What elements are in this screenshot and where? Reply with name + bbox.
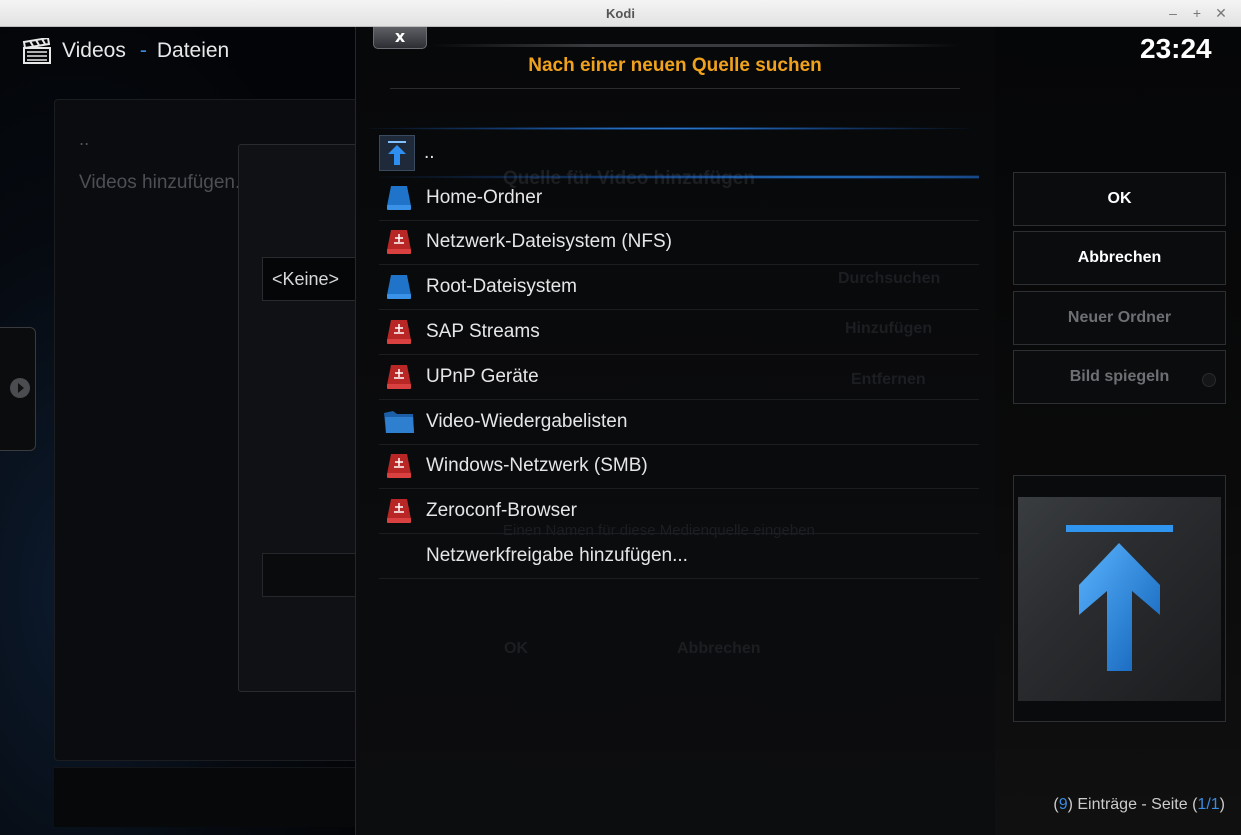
background-bottom-strip [54,767,364,827]
section-title: Videos [62,39,126,62]
no-icon [383,542,415,570]
list-item-sap-streams[interactable]: SAP Streams [379,310,979,355]
minimize-icon[interactable]: – [1164,3,1182,23]
list-item-smb[interactable]: Windows-Netzwerk (SMB) [379,445,979,490]
clock: 23:24 [1140,33,1212,64]
list-item-label: Windows-Netzwerk (SMB) [426,455,648,477]
network-drive-icon [383,363,415,391]
network-drive-icon [383,452,415,480]
dialog-top-bar [430,44,960,47]
list-item-upnp[interactable]: UPnP Geräte [379,355,979,400]
flip-image-button[interactable]: Bild spiegeln [1013,350,1226,404]
header-separator: - [139,39,147,62]
network-drive-icon [383,497,415,525]
blue-drive-icon [383,184,415,212]
ok-button[interactable]: OK [1013,172,1226,226]
ghost-ok-button: OK [504,640,528,657]
subsection-title: Dateien [156,39,230,62]
new-folder-button[interactable]: Neuer Ordner [1013,291,1226,345]
blue-drive-icon [383,273,415,301]
background-parent-item: .. [79,130,90,149]
source-path-field[interactable]: <Keine> [262,257,362,301]
source-list: .. Home-Ordner Netzwerk-Dateisystem (NFS… [369,127,979,579]
side-menu-tab[interactable] [0,327,36,451]
page-header: Videos - Dateien [22,35,229,67]
kodi-app: Videos - Dateien 23:24 .. Videos hinzufü… [0,27,1241,835]
list-item-zeroconf[interactable]: Zeroconf-Browser [379,489,979,535]
dialog-title: Nach einer neuen Quelle suchen [528,55,822,76]
list-item-label: Home-Ordner [426,186,543,208]
side-menu-arrow-icon [10,378,30,398]
list-item-label: Zeroconf-Browser [426,500,577,522]
window-title: Kodi [606,6,635,21]
list-item-root-filesystem[interactable]: Root-Dateisystem [379,265,979,311]
network-drive-icon [383,318,415,346]
list-item-nfs[interactable]: Netzwerk-Dateisystem (NFS) [379,221,979,266]
maximize-icon[interactable]: + [1188,3,1206,23]
list-item-label: Netzwerk-Dateisystem (NFS) [426,231,672,253]
list-item-home-folder[interactable]: Home-Ordner [379,176,979,221]
background-add-source-dialog [238,144,368,692]
dialog-close-button[interactable]: x [373,27,427,49]
list-item-label: Video-Wiedergabelisten [426,410,628,432]
ghost-cancel-button: Abbrechen [677,640,761,657]
flip-image-toggle[interactable] [1202,373,1216,387]
preview-thumbnail [1018,497,1221,701]
dialog-divider [390,88,960,89]
cancel-button[interactable]: Abbrechen [1013,231,1226,285]
window-titlebar: Kodi – + ✕ [0,0,1241,27]
list-item-video-playlists[interactable]: Video-Wiedergabelisten [379,400,979,445]
large-up-arrow-icon [1066,525,1173,671]
list-item-label: UPnP Geräte [426,365,539,387]
up-arrow-icon [379,135,415,172]
clapperboard-icon [22,38,51,64]
items-page-footer: (9) Einträge - Seite (1/1) [1053,796,1225,814]
list-item-add-network-share[interactable]: Netzwerkfreigabe hinzufügen... [379,534,979,579]
list-item-label: Root-Dateisystem [426,276,577,298]
source-name-field[interactable] [262,553,362,597]
network-drive-icon [383,228,415,256]
list-item-label: SAP Streams [426,321,540,343]
background-add-videos-item: Videos hinzufügen... [79,172,251,193]
list-item-parent[interactable]: .. [369,127,979,179]
item-count: 9 [1058,796,1068,813]
footer-middle-text: ) Einträge - Seite ( [1067,796,1198,813]
list-item-label: .. [424,142,435,164]
footer-close-paren: ) [1219,796,1225,813]
playlist-folder-icon [383,408,415,436]
page-indicator: 1/1 [1197,796,1220,813]
list-item-label: Netzwerkfreigabe hinzufügen... [426,545,688,567]
close-window-icon[interactable]: ✕ [1212,3,1230,23]
